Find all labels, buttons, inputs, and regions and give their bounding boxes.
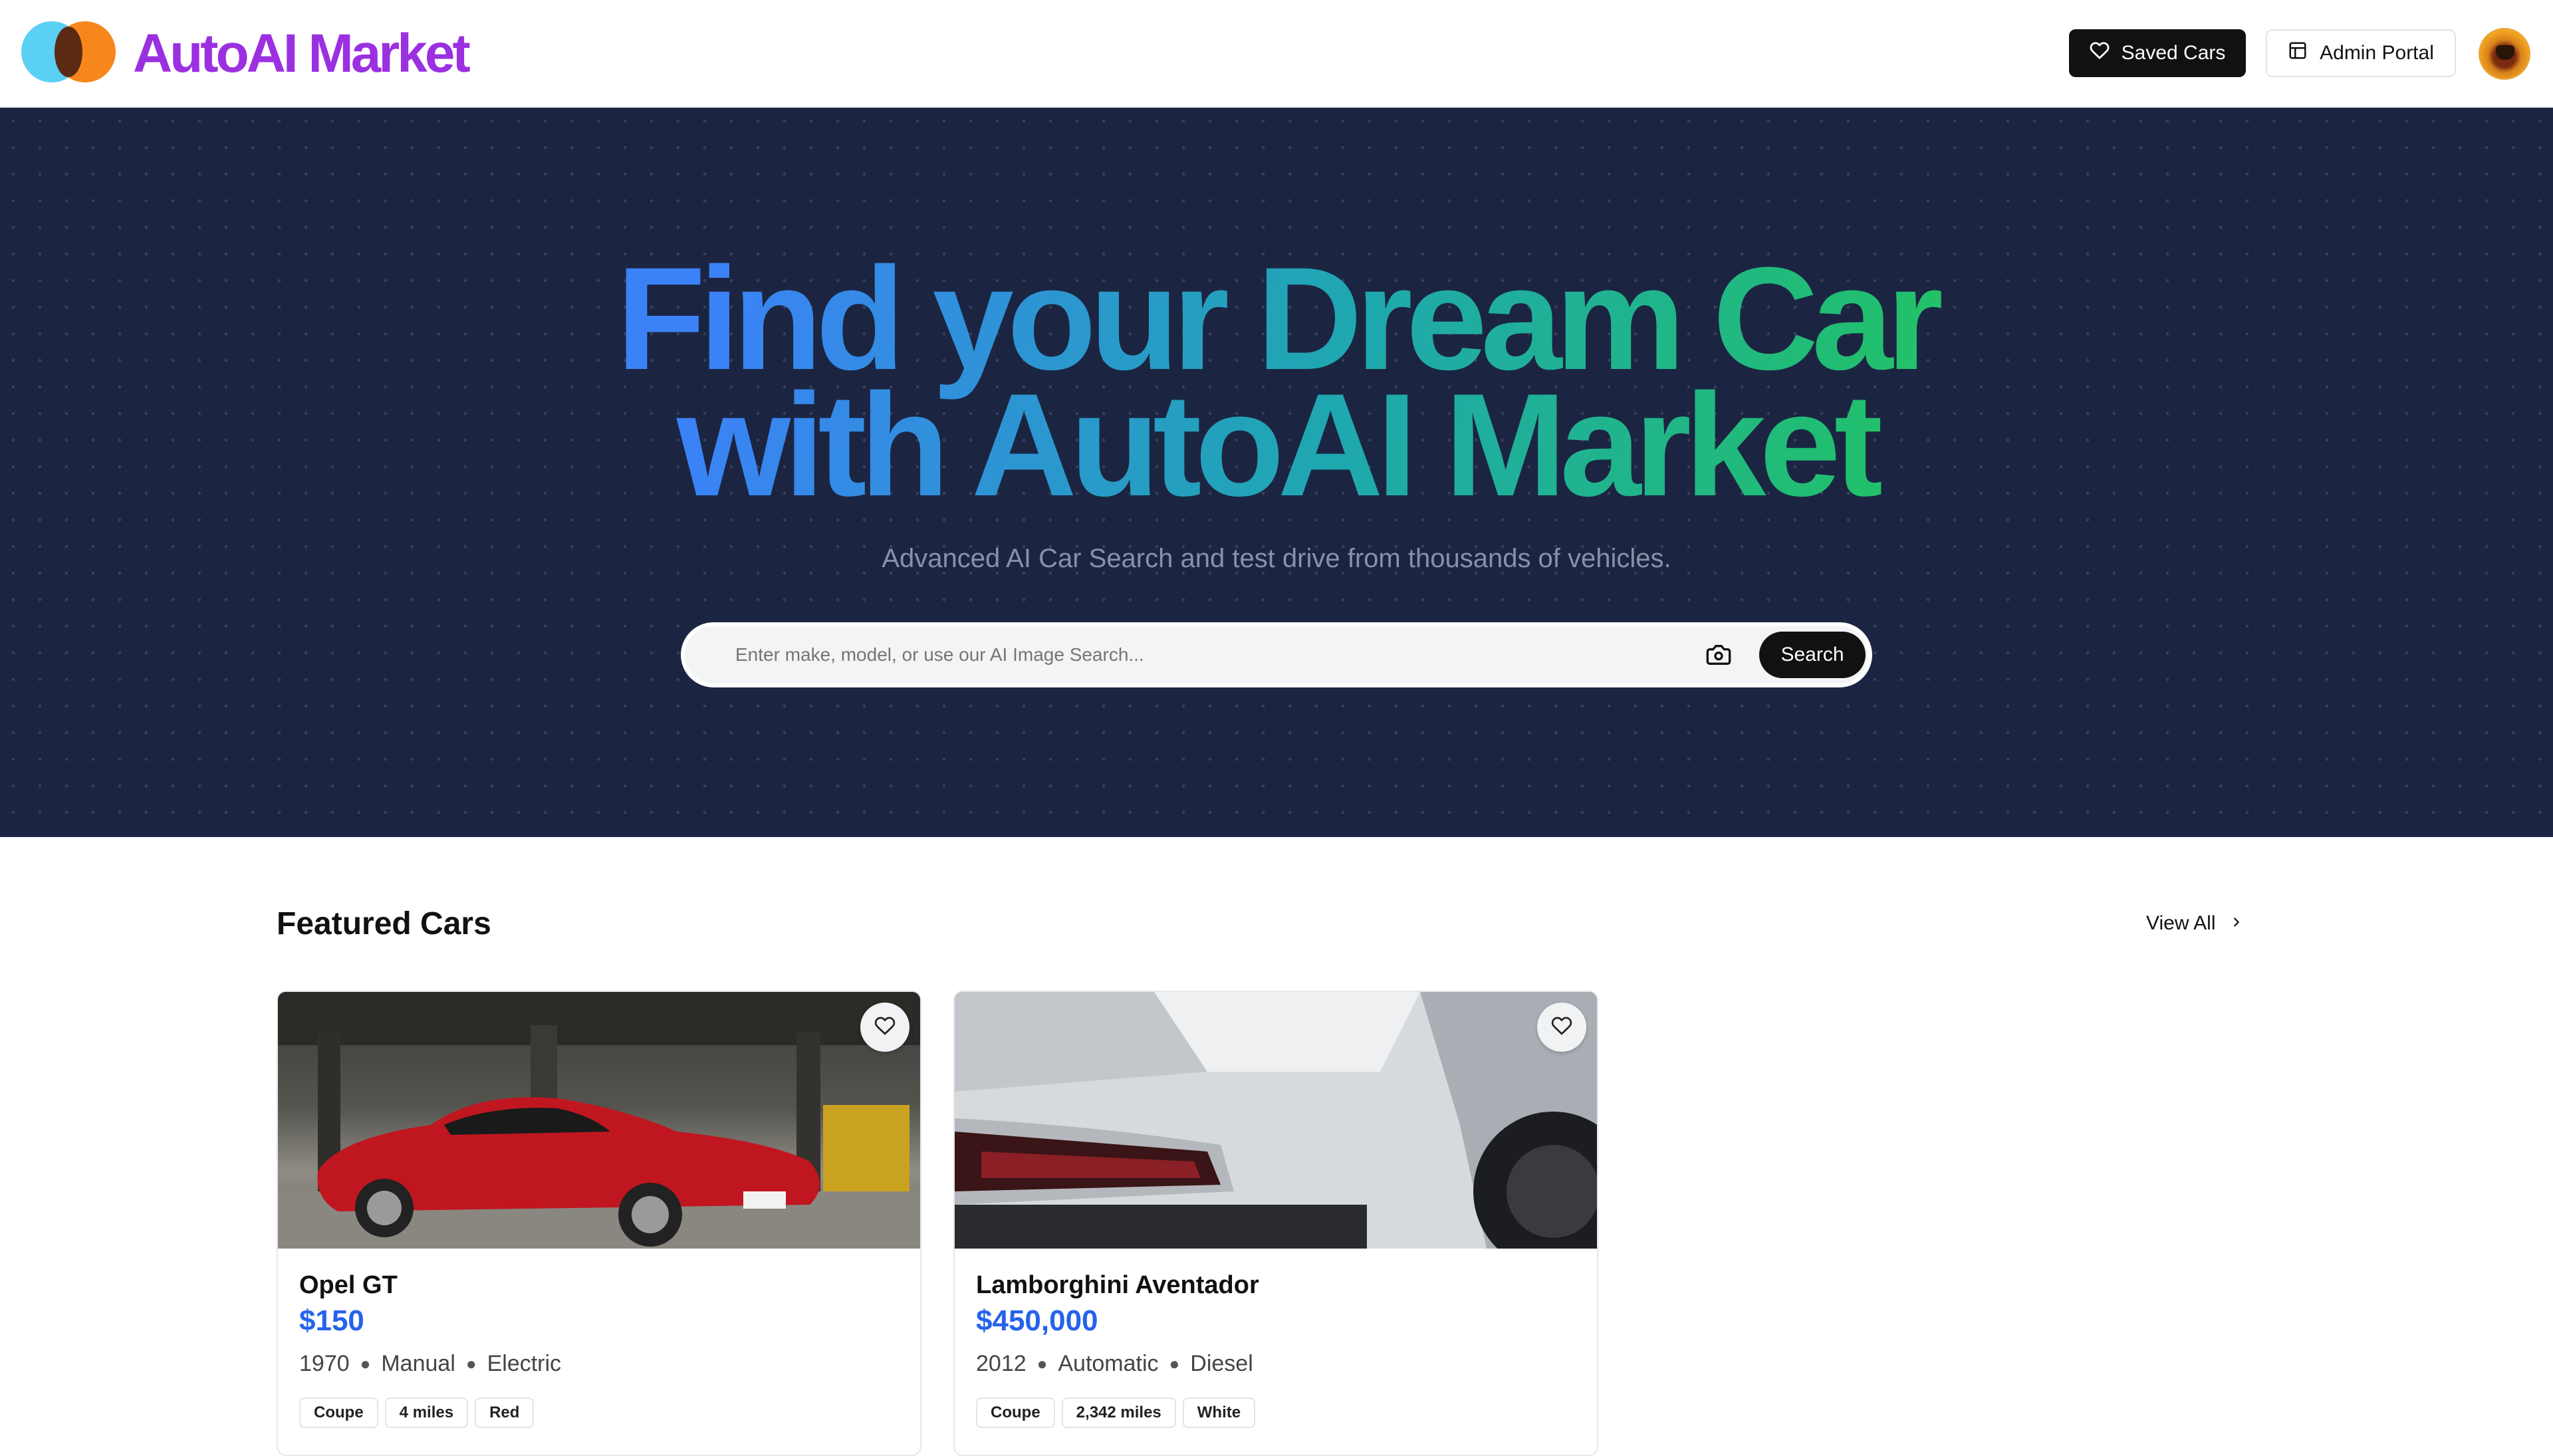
car-name[interactable]: Lamborghini Aventador: [976, 1271, 1259, 1300]
car-transmission: Manual: [381, 1351, 455, 1376]
chevron-right-icon: [2229, 912, 2244, 935]
tag-color: White: [1182, 1397, 1256, 1428]
tag-mileage: 4 miles: [384, 1397, 469, 1428]
car-tags: Coupe 2,342 miles White: [976, 1397, 1256, 1428]
car-transmission: Automatic: [1058, 1351, 1159, 1376]
heart-icon: [874, 1015, 896, 1040]
view-all-label: View All: [2146, 912, 2216, 934]
search-input[interactable]: [735, 640, 1666, 670]
saved-cars-label: Saved Cars: [2121, 42, 2226, 64]
user-avatar[interactable]: [2479, 28, 2530, 80]
car-specs: 2012 ● Automatic ● Diesel: [976, 1351, 1253, 1377]
camera-icon[interactable]: [1702, 640, 1735, 670]
tag-body-type: Coupe: [299, 1397, 378, 1428]
car-card[interactable]: Opel GT $150 1970 ● Manual ● Electric Co…: [277, 991, 921, 1456]
separator-dot: ●: [360, 1354, 371, 1374]
saved-cars-button[interactable]: Saved Cars: [2069, 29, 2246, 77]
separator-dot: ●: [1169, 1354, 1180, 1374]
car-price: $150: [299, 1304, 364, 1337]
brand-name[interactable]: AutoAI Market: [133, 24, 471, 84]
car-name[interactable]: Opel GT: [299, 1271, 398, 1300]
layout-icon: [2288, 41, 2308, 66]
admin-portal-button[interactable]: Admin Portal: [2266, 29, 2456, 77]
car-year: 2012: [976, 1351, 1027, 1376]
separator-dot: ●: [465, 1354, 477, 1374]
tag-color: Red: [475, 1397, 535, 1428]
favorite-button[interactable]: [860, 1003, 910, 1052]
car-card[interactable]: Lamborghini Aventador $450,000 2012 ● Au…: [953, 991, 1598, 1456]
admin-portal-label: Admin Portal: [2320, 42, 2434, 64]
tag-mileage: 2,342 miles: [1061, 1397, 1176, 1428]
car-price: $450,000: [976, 1304, 1098, 1337]
headline-line-2: with AutoAI Market: [676, 363, 1877, 527]
search-bar: Search: [681, 622, 1872, 687]
car-tags: Coupe 4 miles Red: [299, 1397, 535, 1428]
brand-logo[interactable]: [21, 21, 116, 82]
hero-section: Find your Dream Car with AutoAI Market A…: [0, 108, 2553, 837]
car-specs: 1970 ● Manual ● Electric: [299, 1351, 561, 1377]
top-navbar: AutoAI Market Saved Cars Admin Portal: [0, 0, 2553, 108]
car-image[interactable]: [955, 992, 1597, 1249]
car-fuel: Electric: [487, 1351, 562, 1376]
tag-body-type: Coupe: [976, 1397, 1055, 1428]
heart-icon: [1551, 1015, 1572, 1040]
search-button[interactable]: Search: [1759, 632, 1866, 678]
hero-headline: Find your Dream Car with AutoAI Market: [0, 255, 2553, 508]
separator-dot: ●: [1036, 1354, 1048, 1374]
car-fuel: Diesel: [1190, 1351, 1253, 1376]
hero-subtitle: Advanced AI Car Search and test drive fr…: [882, 544, 1671, 573]
car-image[interactable]: [278, 992, 920, 1249]
featured-cars-title: Featured Cars: [277, 906, 491, 941]
view-all-link[interactable]: View All: [2146, 912, 2244, 935]
heart-icon: [2090, 41, 2110, 66]
car-year: 1970: [299, 1351, 350, 1376]
favorite-button[interactable]: [1537, 1003, 1586, 1052]
